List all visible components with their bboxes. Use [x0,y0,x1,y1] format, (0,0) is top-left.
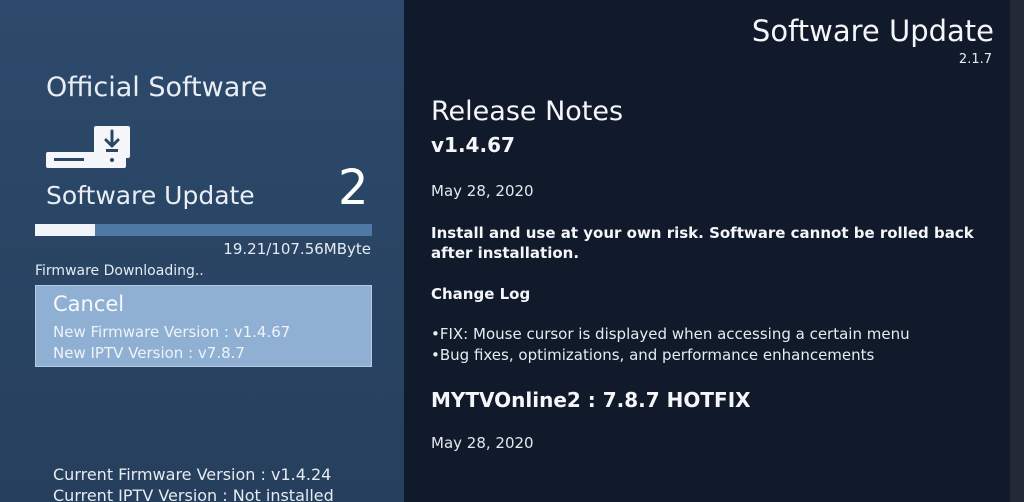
release-warning: Install and use at your own risk. Softwa… [431,224,974,262]
screen-edge [1010,0,1024,502]
app-version: 2.1.7 [958,52,992,67]
download-progress-fill [35,224,96,236]
new-firmware-version: New Firmware Version : v1.4.67 [53,323,291,341]
release-date: May 28, 2020 [431,182,534,200]
current-firmware-version: Current Firmware Version : v1.4.24 [53,465,332,484]
step-number: 2 [338,160,369,216]
current-iptv-version: Current IPTV Version : Not installed [53,486,334,502]
software-update-label: Software Update [46,181,255,210]
left-panel: Official Software Software Update 2 19.2… [0,0,404,502]
download-status: Firmware Downloading.. [35,263,204,279]
app-title: Software Update [751,14,994,48]
software-update-screen: Official Software Software Update 2 19.2… [0,0,1024,502]
left-title: Official Software [46,72,268,103]
download-progress-bar [35,224,372,236]
changelog-item: FIX: Mouse cursor is displayed when acce… [431,324,910,345]
release-version: v1.4.67 [431,133,515,157]
new-iptv-version: New IPTV Version : v7.8.7 [53,344,245,362]
cancel-button[interactable]: Cancel New Firmware Version : v1.4.67 Ne… [35,285,372,367]
second-release-title: MYTVOnline2 : 7.8.7 HOTFIX [431,388,751,412]
release-notes-panel: Software Update 2.1.7 Release Notes v1.4… [404,0,1010,502]
changelog-title: Change Log [431,285,531,303]
download-progress-text: 19.21/107.56MByte [223,240,371,258]
set-top-box-download-icon [46,126,130,168]
release-notes-title: Release Notes [431,96,624,127]
changelog-item: Bug fixes, optimizations, and performanc… [431,345,910,366]
cancel-label: Cancel [53,292,125,316]
changelog-list: FIX: Mouse cursor is displayed when acce… [431,324,910,366]
second-release-date: May 28, 2020 [431,434,534,452]
